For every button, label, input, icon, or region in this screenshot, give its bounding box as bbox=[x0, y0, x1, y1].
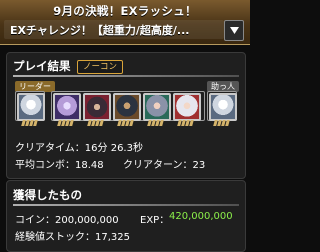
sub-monster-1[interactable] bbox=[53, 93, 81, 121]
exp-amount: 420,000,000 bbox=[169, 211, 233, 222]
average-combo: 平均コンボ：18.48 bbox=[15, 160, 104, 171]
leader-rank-mark bbox=[15, 120, 43, 127]
title-divider bbox=[13, 204, 239, 206]
coin-amount: コイン：200,000,000 bbox=[15, 215, 119, 226]
rank-mark bbox=[111, 120, 139, 127]
title-divider bbox=[13, 75, 239, 77]
exp-stock: 経験値ストック：17,325 bbox=[15, 232, 130, 243]
sub-monster-2[interactable] bbox=[83, 93, 111, 121]
dungeon-name: EXチャレンジ！【超重力/超高度/... bbox=[10, 24, 190, 37]
gray-haired-maiden-icon bbox=[145, 95, 169, 119]
sub-monster-4[interactable] bbox=[143, 93, 171, 121]
exp-label: EXP： bbox=[140, 215, 170, 226]
event-title: 9月の決戦！EXラッシュ！ bbox=[53, 4, 197, 18]
sub-monster-3[interactable] bbox=[113, 93, 141, 121]
white-haired-girl-icon bbox=[175, 95, 199, 119]
rank-mark bbox=[81, 120, 109, 127]
no-continue-badge: ノーコン bbox=[77, 60, 124, 74]
clear-time: クリアタイム：16分 26.3秒 bbox=[15, 143, 143, 154]
lilac-winged-creature-icon bbox=[55, 95, 79, 119]
white-armored-knight-icon bbox=[19, 95, 43, 119]
black-haired-warrior-icon bbox=[85, 95, 109, 119]
helper-monster[interactable] bbox=[209, 93, 237, 121]
rewards-panel: 獲得したもの コイン：200,000,000 EXP： 420,000,000 … bbox=[6, 180, 246, 252]
rank-mark bbox=[171, 120, 199, 127]
rank-mark bbox=[141, 120, 169, 127]
dungeon-dropdown-button[interactable] bbox=[224, 20, 244, 41]
white-armored-knight-icon bbox=[211, 95, 235, 119]
play-result-panel: プレイ結果 ノーコン リーダー 助っ人 クリアタイム：16分 26.3秒 平均コ… bbox=[6, 52, 246, 179]
play-result-title: プレイ結果 bbox=[13, 59, 71, 73]
rank-mark bbox=[51, 120, 79, 127]
leader-monster[interactable] bbox=[17, 93, 45, 121]
chevron-down-icon bbox=[229, 27, 239, 34]
rewards-title: 獲得したもの bbox=[13, 188, 82, 202]
dark-armored-hero-icon bbox=[115, 95, 139, 119]
helper-rank-mark bbox=[207, 120, 235, 127]
event-banner: 9月の決戦！EXラッシュ！ EXチャレンジ！【超重力/超高度/... bbox=[0, 0, 250, 45]
clear-turns: クリアターン：23 bbox=[123, 160, 206, 171]
team-row: リーダー 助っ人 bbox=[7, 81, 245, 137]
sub-monster-5[interactable] bbox=[173, 93, 201, 121]
